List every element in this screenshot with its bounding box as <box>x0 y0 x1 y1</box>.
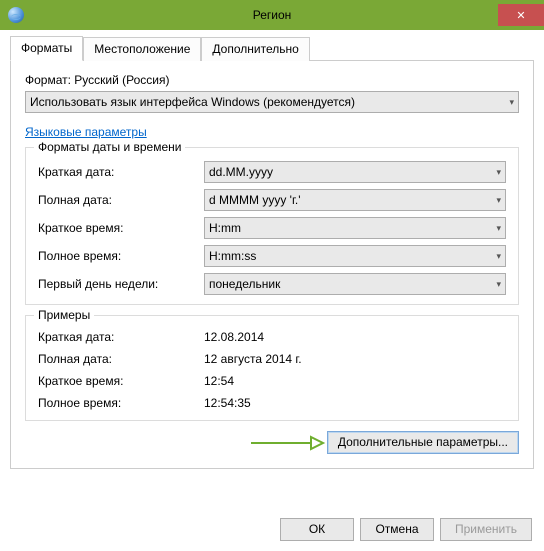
field-label: Полное время: <box>38 396 204 410</box>
field-label: Краткое время: <box>38 221 204 235</box>
long-date-select[interactable]: d MMMM yyyy 'г.'▾ <box>204 189 506 211</box>
chevron-down-icon: ▾ <box>509 97 514 108</box>
field-label: Первый день недели: <box>38 277 204 291</box>
tab-panel-formats: Формат: Русский (Россия) Использовать яз… <box>10 61 534 469</box>
select-value: d MMMM yyyy 'г.' <box>209 193 496 207</box>
row-first-day: Первый день недели: понедельник▾ <box>38 270 506 298</box>
long-time-select[interactable]: H:mm:ss▾ <box>204 245 506 267</box>
tab-formats[interactable]: Форматы <box>10 36 83 61</box>
group-legend: Примеры <box>34 308 94 322</box>
datetime-formats-group: Форматы даты и времени Краткая дата: dd.… <box>25 147 519 305</box>
row-long-date: Полная дата: d MMMM yyyy 'г.'▾ <box>38 186 506 214</box>
additional-settings-button[interactable]: Дополнительные параметры... <box>327 431 519 454</box>
dialog-footer: ОК Отмена Применить <box>10 508 534 541</box>
tab-label: Дополнительно <box>212 42 298 56</box>
chevron-down-icon: ▾ <box>496 279 501 290</box>
field-label: Полная дата: <box>38 352 204 366</box>
short-date-select[interactable]: dd.MM.yyyy▾ <box>204 161 506 183</box>
tab-advanced[interactable]: Дополнительно <box>201 37 309 61</box>
example-row: Краткая дата: 12.08.2014 <box>38 326 506 348</box>
globe-icon <box>8 7 24 23</box>
tab-strip: Форматы Местоположение Дополнительно <box>10 36 534 61</box>
example-value: 12 августа 2014 г. <box>204 352 506 366</box>
group-legend: Форматы даты и времени <box>34 140 185 154</box>
example-row: Краткое время: 12:54 <box>38 370 506 392</box>
example-value: 12:54:35 <box>204 396 506 410</box>
chevron-down-icon: ▾ <box>496 167 501 178</box>
format-label: Формат: Русский (Россия) <box>25 73 519 87</box>
chevron-down-icon: ▾ <box>496 251 501 262</box>
client-area: Форматы Местоположение Дополнительно Фор… <box>0 30 544 551</box>
select-value: dd.MM.yyyy <box>209 165 496 179</box>
arrow-annotation-icon <box>247 433 327 453</box>
region-window: Регион Форматы Местоположение Дополнител… <box>0 0 544 551</box>
examples-group: Примеры Краткая дата: 12.08.2014 Полная … <box>25 315 519 421</box>
button-label: Дополнительные параметры... <box>338 435 508 449</box>
tab-label: Форматы <box>21 41 72 55</box>
field-label: Полное время: <box>38 249 204 263</box>
close-button[interactable] <box>498 4 544 26</box>
example-row: Полная дата: 12 августа 2014 г. <box>38 348 506 370</box>
field-label: Краткое время: <box>38 374 204 388</box>
format-select-value: Использовать язык интерфейса Windows (ре… <box>30 95 509 109</box>
example-row: Полное время: 12:54:35 <box>38 392 506 414</box>
tab-location[interactable]: Местоположение <box>83 37 201 61</box>
titlebar: Регион <box>0 0 544 30</box>
example-value: 12:54 <box>204 374 506 388</box>
short-time-select[interactable]: H:mm▾ <box>204 217 506 239</box>
window-title: Регион <box>0 8 544 22</box>
chevron-down-icon: ▾ <box>496 223 501 234</box>
button-label: Отмена <box>375 522 418 536</box>
format-select[interactable]: Использовать язык интерфейса Windows (ре… <box>25 91 519 113</box>
first-day-select[interactable]: понедельник▾ <box>204 273 506 295</box>
example-value: 12.08.2014 <box>204 330 506 344</box>
select-value: H:mm <box>209 221 496 235</box>
row-long-time: Полное время: H:mm:ss▾ <box>38 242 506 270</box>
apply-button[interactable]: Применить <box>440 518 532 541</box>
select-value: H:mm:ss <box>209 249 496 263</box>
tab-label: Местоположение <box>94 42 190 56</box>
cancel-button[interactable]: Отмена <box>360 518 434 541</box>
field-label: Краткая дата: <box>38 330 204 344</box>
row-short-time: Краткое время: H:mm▾ <box>38 214 506 242</box>
ok-button[interactable]: ОК <box>280 518 354 541</box>
button-label: ОК <box>309 522 325 536</box>
additional-row: Дополнительные параметры... <box>25 431 519 454</box>
language-settings-link[interactable]: Языковые параметры <box>25 125 147 139</box>
row-short-date: Краткая дата: dd.MM.yyyy▾ <box>38 158 506 186</box>
field-label: Краткая дата: <box>38 165 204 179</box>
button-label: Применить <box>455 522 517 536</box>
select-value: понедельник <box>209 277 496 291</box>
field-label: Полная дата: <box>38 193 204 207</box>
chevron-down-icon: ▾ <box>496 195 501 206</box>
